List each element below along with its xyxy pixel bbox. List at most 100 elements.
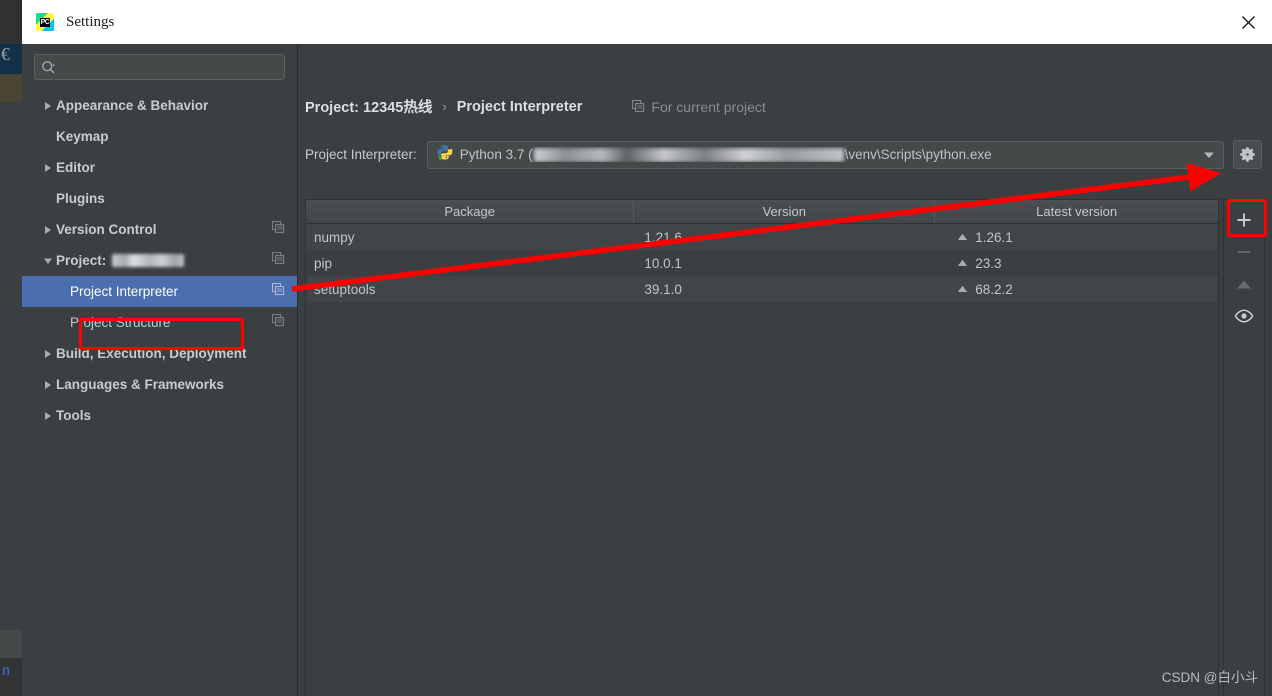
sidebar-item-build-execution-deployment[interactable]: Build, Execution, Deployment	[22, 338, 297, 369]
add-package-button[interactable]	[1227, 204, 1261, 236]
sidebar-item-label: Tools	[56, 408, 91, 423]
title-bar: PC Settings	[22, 0, 1272, 44]
sidebar-item-label: Languages & Frameworks	[56, 377, 225, 392]
copy-settings-icon[interactable]	[272, 313, 285, 332]
settings-tree: Appearance & Behavior Keymap Editor Plug…	[22, 90, 297, 431]
sidebar-item-editor[interactable]: Editor	[22, 152, 297, 183]
plus-icon	[1237, 213, 1251, 227]
sidebar-item-label: Appearance & Behavior	[56, 98, 209, 113]
cell-latest-version-value: 1.26.1	[975, 229, 1013, 245]
search-container	[22, 44, 297, 80]
copy-settings-icon[interactable]	[272, 220, 285, 239]
redacted-project-name	[112, 254, 185, 267]
cell-latest-version-value: 68.2.2	[975, 281, 1013, 297]
cell-latest-version-value: 23.3	[975, 255, 1002, 271]
copy-scope-icon	[632, 100, 645, 113]
upgrade-arrow-icon	[957, 285, 968, 293]
cell-package: numpy	[314, 229, 355, 245]
close-icon[interactable]	[1224, 0, 1272, 44]
sidebar-item-appearance-behavior[interactable]: Appearance & Behavior	[22, 90, 297, 121]
cell-version: 1.21.6	[644, 229, 682, 245]
upgrade-arrow-icon	[957, 259, 968, 267]
for-current-project-label: For current project	[651, 98, 766, 115]
dialog-body: Appearance & Behavior Keymap Editor Plug…	[22, 44, 1272, 696]
chevron-right-icon	[40, 411, 56, 421]
sidebar-item-label: Editor	[56, 160, 95, 175]
interpreter-select[interactable]: Python 3.7 ( \venv\Scripts\python.exe	[426, 140, 1224, 169]
interpreter-settings-button[interactable]	[1233, 140, 1262, 169]
column-header-latest-version[interactable]: Latest version	[935, 200, 1218, 223]
remove-package-button[interactable]	[1227, 236, 1261, 268]
copy-settings-icon[interactable]	[272, 282, 285, 301]
interpreter-value-prefix: Python 3.7 (	[459, 147, 533, 162]
minus-icon	[1238, 251, 1250, 253]
for-current-project-note: For current project	[632, 98, 766, 115]
page-title: Project Interpreter	[456, 98, 583, 115]
chevron-right-icon	[40, 349, 56, 359]
sidebar-item-label: Plugins	[56, 191, 105, 206]
python-venv-icon	[436, 144, 453, 166]
sidebar-item-languages-frameworks[interactable]: Languages & Frameworks	[22, 369, 297, 400]
column-header-version[interactable]: Version	[634, 200, 936, 223]
sidebar-item-project-interpreter[interactable]: Project Interpreter	[22, 276, 297, 307]
copy-settings-icon[interactable]	[272, 251, 285, 270]
chevron-right-icon	[40, 380, 56, 390]
sidebar-item-version-control[interactable]: Version Control	[22, 214, 297, 245]
cell-latest-version: 68.2.2	[935, 276, 1218, 302]
breadcrumb-parent[interactable]: Project: 12345热线	[305, 96, 432, 117]
table-row[interactable]: numpy 1.21.6 1.26.1	[306, 224, 1218, 250]
sidebar-item-project[interactable]: Project:	[22, 245, 297, 276]
interpreter-value-suffix: \venv\Scripts\python.exe	[844, 147, 992, 162]
sidebar-item-label: Build, Execution, Deployment	[56, 346, 247, 361]
background-strip	[0, 630, 22, 658]
sidebar-item-tools[interactable]: Tools	[22, 400, 297, 431]
column-header-package[interactable]: Package	[306, 200, 635, 223]
sidebar-item-label: Project Structure	[70, 315, 171, 330]
chevron-down-icon[interactable]	[1203, 146, 1215, 164]
settings-dialog: PC Settings Appearance & Behavior Keymap…	[22, 0, 1272, 696]
sidebar-item-keymap[interactable]: Keymap	[22, 121, 297, 152]
chevron-right-icon	[40, 225, 56, 235]
background-strip	[0, 74, 22, 102]
background-strip	[0, 0, 22, 44]
search-icon	[42, 60, 56, 73]
cell-latest-version: 23.3	[935, 250, 1218, 276]
upgrade-package-button[interactable]	[1227, 268, 1261, 300]
interpreter-label: Project Interpreter:	[305, 147, 417, 162]
redacted-interpreter-path	[533, 147, 844, 162]
show-early-releases-button[interactable]	[1227, 300, 1261, 332]
sidebar-item-label: Keymap	[56, 129, 109, 144]
interpreter-row: Project Interpreter: Python 3.7 ( \venv\S…	[305, 140, 1262, 169]
watermark: CSDN @白小斗	[1161, 670, 1258, 685]
background-glyph: €	[1, 44, 10, 64]
background-strip	[0, 102, 22, 630]
breadcrumb: Project: 12345热线 › Project Interpreter F…	[305, 96, 766, 117]
cell-package: setuptools	[314, 281, 376, 297]
sidebar-item-plugins[interactable]: Plugins	[22, 183, 297, 214]
cell-version: 10.0.1	[644, 255, 682, 271]
breadcrumb-separator: ›	[442, 99, 447, 114]
table-row[interactable]: setuptools 39.1.0 68.2.2	[306, 276, 1218, 302]
sidebar-item-label: Project:	[56, 253, 107, 268]
cell-package: pip	[314, 255, 333, 271]
sidebar-item-label: Version Control	[56, 222, 157, 237]
upgrade-arrow-icon	[957, 233, 968, 241]
upgrade-icon	[1237, 280, 1251, 288]
packages-table-header: Package Version Latest version	[306, 200, 1218, 224]
sidebar-item-project-structure[interactable]: Project Structure	[22, 307, 297, 338]
packages-table: Package Version Latest version numpy 1.2…	[305, 199, 1219, 696]
background-glyph: n	[2, 662, 10, 679]
eye-icon	[1234, 309, 1254, 323]
chevron-right-icon	[40, 163, 56, 173]
settings-main-panel: Project: 12345热线 › Project Interpreter F…	[298, 44, 1272, 696]
pycharm-logo-icon: PC	[36, 13, 54, 31]
cell-latest-version: 1.26.1	[935, 224, 1218, 250]
chevron-down-icon	[40, 256, 56, 266]
sidebar-item-label: Project Interpreter	[70, 284, 179, 299]
table-row[interactable]: pip 10.0.1 23.3	[306, 250, 1218, 276]
cell-version: 39.1.0	[644, 281, 682, 297]
settings-sidebar: Appearance & Behavior Keymap Editor Plug…	[22, 44, 298, 696]
search-input[interactable]	[34, 54, 285, 80]
window-title: Settings	[66, 13, 115, 30]
packages-toolbar	[1223, 199, 1265, 696]
